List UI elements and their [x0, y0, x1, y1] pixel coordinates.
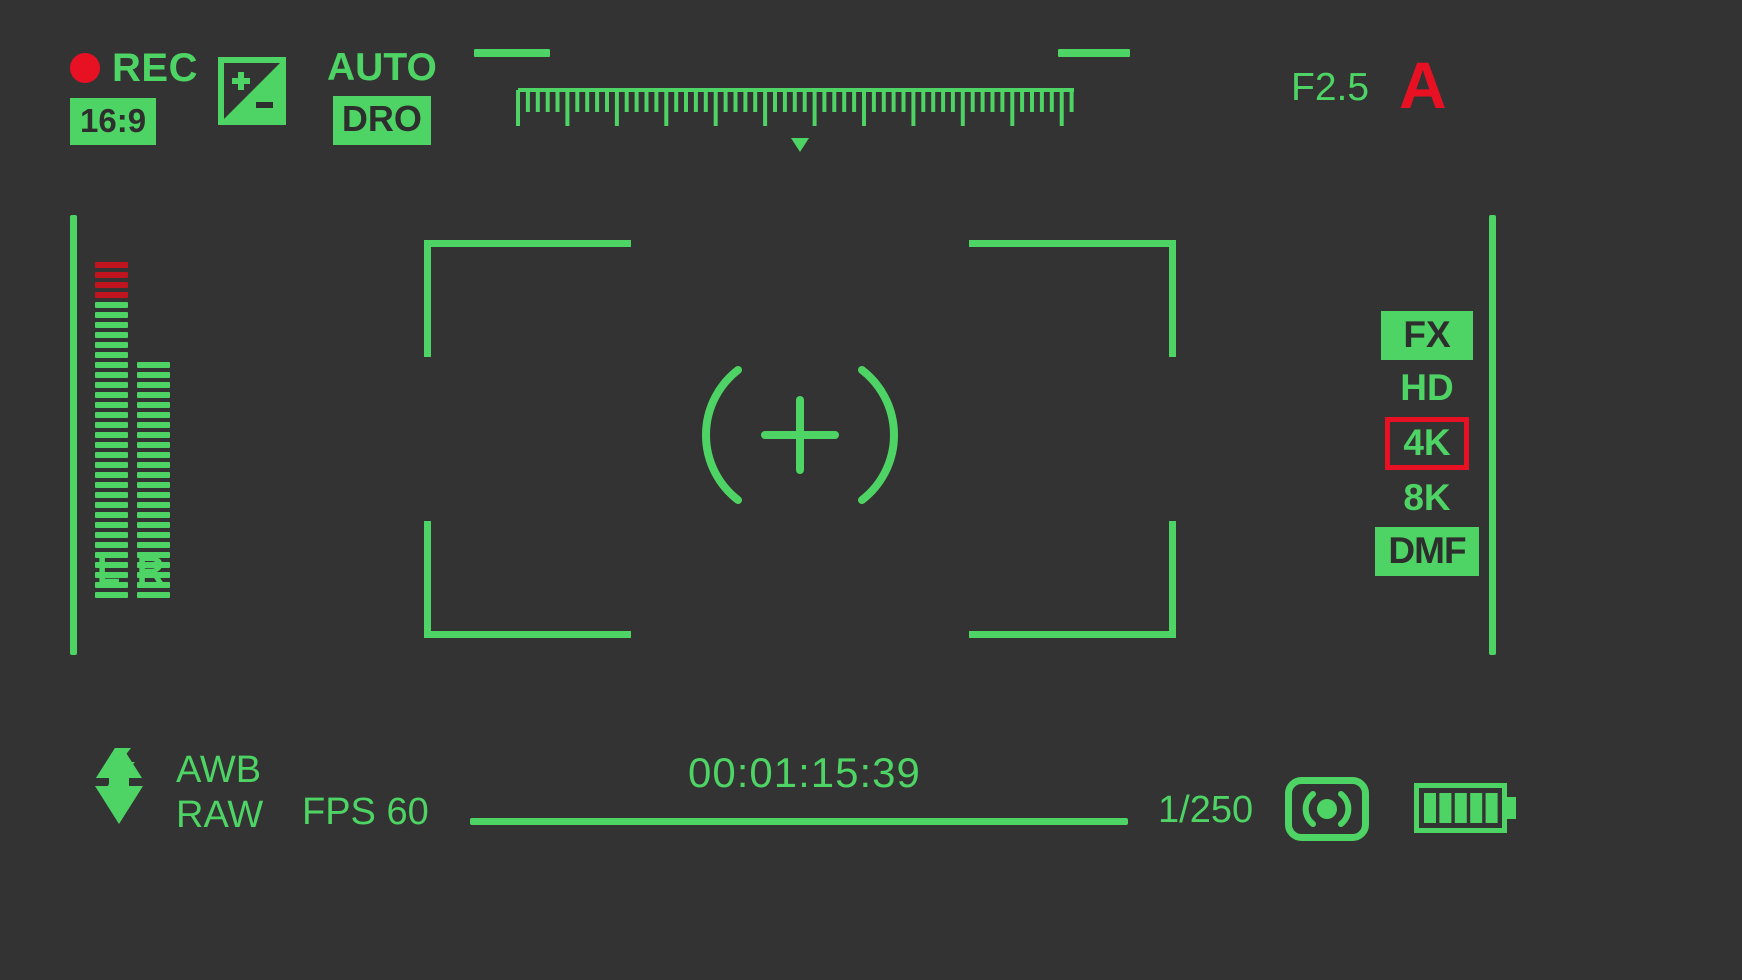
audio-segment	[137, 412, 170, 418]
audio-segment	[95, 502, 128, 508]
audio-segment	[95, 322, 128, 328]
audio-segment	[137, 362, 170, 368]
audio-label-left: L	[96, 550, 121, 592]
bottom-divider-line	[470, 818, 1128, 825]
audio-meter-labels: L R	[92, 552, 167, 590]
audio-segment	[95, 282, 128, 288]
audio-segment	[137, 402, 170, 408]
audio-segment	[137, 452, 170, 458]
frame-bracket-bottom-left	[424, 521, 631, 638]
aspect-ratio-badge[interactable]: 16:9	[70, 98, 157, 145]
frame-bracket-bottom-right	[969, 521, 1176, 638]
audio-segment	[137, 492, 170, 498]
audio-segment	[95, 392, 128, 398]
audio-label-right: R	[136, 550, 165, 592]
audio-segment	[95, 532, 128, 538]
audio-segment	[137, 532, 170, 538]
timecode-display: 00:01:15:39	[688, 749, 921, 796]
audio-segment	[95, 372, 128, 378]
rec-label: REC	[112, 46, 198, 90]
audio-segment	[137, 432, 170, 438]
audio-segment	[95, 492, 128, 498]
audio-segment	[95, 402, 128, 408]
audio-segment	[137, 392, 170, 398]
audio-segment	[95, 302, 128, 308]
audio-segment	[95, 272, 128, 278]
audio-segment	[95, 592, 128, 598]
format-option-hd[interactable]: HD	[1381, 364, 1473, 413]
audio-segment	[95, 422, 128, 428]
audio-segment	[95, 262, 128, 268]
dro-badge[interactable]: DRO	[332, 96, 431, 145]
audio-segment	[137, 502, 170, 508]
audio-segment	[95, 342, 128, 348]
auto-label: AUTO	[327, 46, 437, 89]
exposure-ruler[interactable]	[516, 88, 1078, 128]
dro-group: AUTO DRO	[327, 48, 437, 145]
right-rail-divider	[1489, 215, 1496, 655]
ruler-pointer-icon	[791, 138, 809, 152]
audio-segment	[137, 482, 170, 488]
audio-segment	[95, 292, 128, 298]
audio-segment	[95, 472, 128, 478]
focus-reticle-icon[interactable]	[700, 360, 900, 510]
audio-segment	[137, 462, 170, 468]
audio-segment	[137, 382, 170, 388]
audio-segment	[137, 512, 170, 518]
format-option-4k[interactable]: 4K	[1385, 417, 1469, 470]
recording-status-group: REC 16:9	[70, 46, 198, 145]
file-format-value[interactable]: RAW	[176, 793, 263, 838]
recording-format-stack: FX HD 4K 8K DMF	[1375, 311, 1479, 580]
audio-segment	[95, 442, 128, 448]
audio-segment	[137, 422, 170, 428]
audio-segment	[95, 452, 128, 458]
audio-segment	[137, 442, 170, 448]
audio-segment	[137, 592, 170, 598]
format-option-dmf[interactable]: DMF	[1375, 527, 1479, 576]
aperture-value: F2.5	[1291, 66, 1370, 109]
frame-bracket-top-left	[424, 240, 631, 357]
audio-segment	[137, 472, 170, 478]
metering-mode-icon[interactable]	[1285, 777, 1369, 841]
audio-segment	[95, 512, 128, 518]
audio-segment	[137, 372, 170, 378]
ruler-dash-left-icon	[474, 49, 550, 57]
exposure-compensation-icon[interactable]	[218, 57, 286, 125]
shutter-speed-value[interactable]: 1/250	[1158, 791, 1253, 829]
shooting-mode-indicator: A	[1399, 48, 1447, 122]
frame-bracket-top-right	[969, 240, 1176, 357]
audio-segment	[95, 312, 128, 318]
fps-value[interactable]: FPS 60	[302, 793, 429, 831]
audio-segment	[95, 462, 128, 468]
camera-viewfinder-overlay: REC 16:9 AUTO DRO F2.5 A L R FX HD 4K 8K…	[0, 0, 1742, 980]
flash-bolt-icon[interactable]	[93, 748, 145, 824]
audio-segment	[95, 332, 128, 338]
audio-segment	[95, 432, 128, 438]
audio-segment	[95, 382, 128, 388]
record-dot-icon	[70, 53, 100, 83]
audio-segment	[95, 522, 128, 528]
audio-segment	[95, 362, 128, 368]
audio-segment	[95, 352, 128, 358]
white-balance-group: AWB RAW	[176, 748, 263, 838]
left-rail-divider	[70, 215, 77, 655]
format-option-8k[interactable]: 8K	[1381, 474, 1473, 523]
ruler-ticks	[516, 88, 1074, 126]
rec-row: REC	[70, 46, 198, 90]
ruler-dash-right-icon	[1058, 49, 1130, 57]
audio-segment	[137, 542, 170, 548]
white-balance-value[interactable]: AWB	[176, 748, 263, 793]
audio-segment	[95, 542, 128, 548]
format-option-fx[interactable]: FX	[1381, 311, 1473, 360]
audio-segment	[95, 412, 128, 418]
audio-segment	[95, 482, 128, 488]
battery-icon	[1414, 783, 1518, 833]
audio-segment	[137, 522, 170, 528]
